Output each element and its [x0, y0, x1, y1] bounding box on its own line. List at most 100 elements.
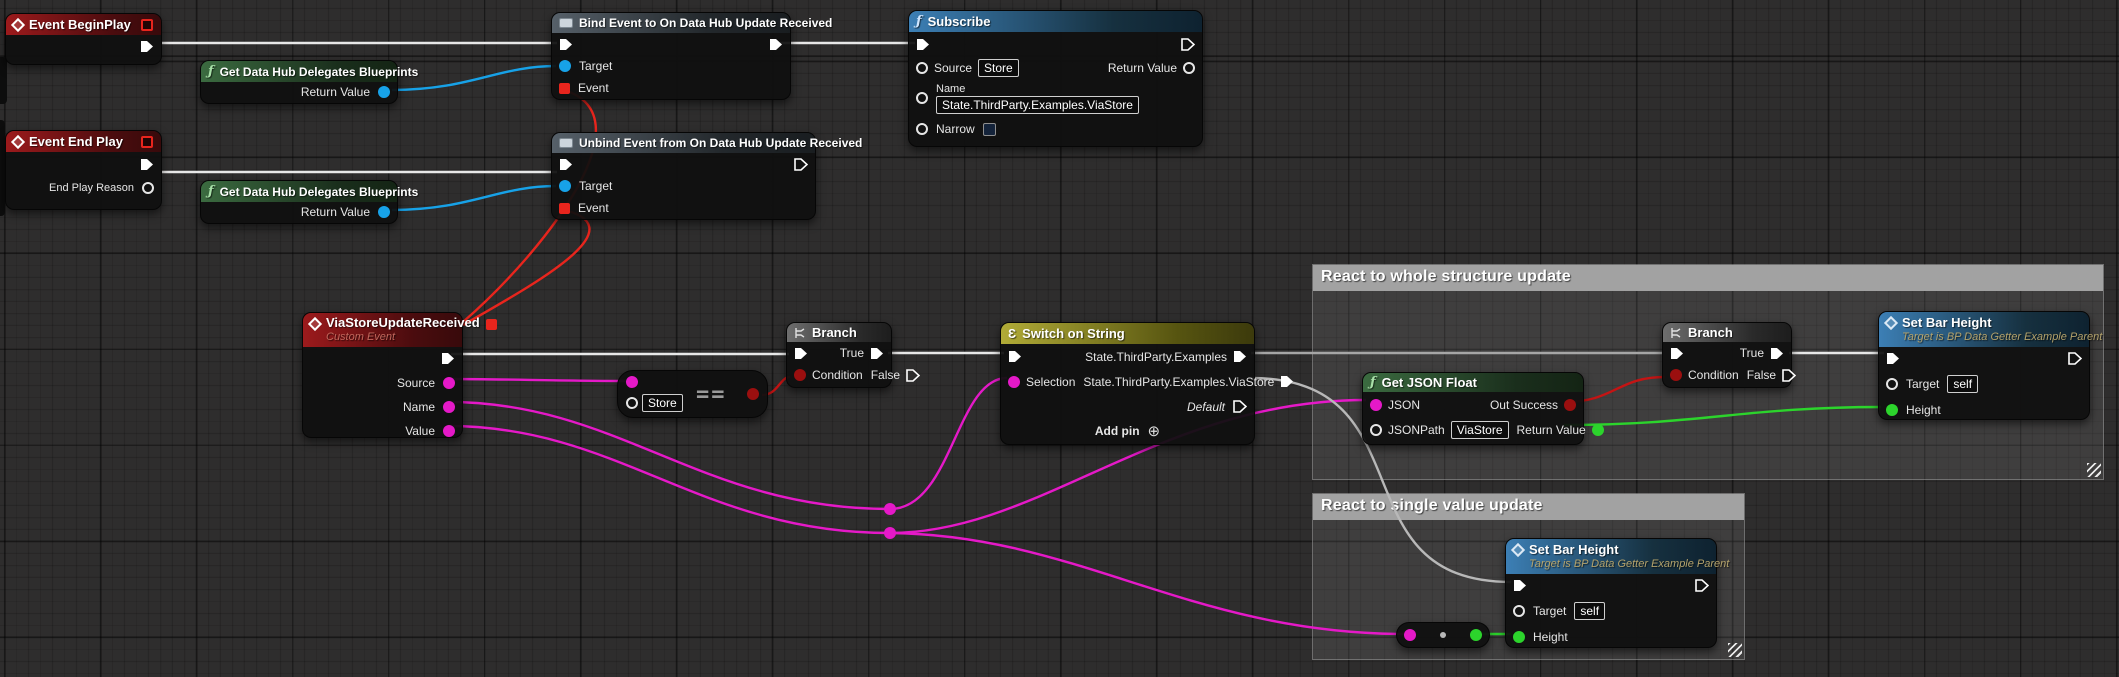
exec-in-pin[interactable] [794, 347, 808, 360]
target-input[interactable]: self [1574, 602, 1605, 620]
switch-icon: Ɛ [1008, 326, 1016, 341]
node-unbind-event[interactable]: Unbind Event from On Data Hub Update Rec… [551, 132, 816, 220]
node-set-bar-height-1[interactable]: Set Bar Height Target is BP Data Getter … [1878, 311, 2090, 420]
comment-resize-handle[interactable] [2087, 463, 2101, 477]
source-pin[interactable] [916, 62, 928, 74]
end-play-reason-pin[interactable] [142, 182, 154, 194]
node-title: Switch on String [1022, 326, 1125, 341]
node-get-data-hub-delegates-2[interactable]: ƒ Get Data Hub Delegates Blueprints Retu… [200, 180, 398, 224]
exec-out-pin[interactable] [794, 158, 808, 171]
node-set-bar-height-2[interactable]: Set Bar Height Target is BP Data Getter … [1505, 538, 1717, 648]
condition-pin[interactable] [794, 369, 806, 381]
exec-in-pin[interactable] [1670, 347, 1684, 360]
exec-out-pin[interactable] [140, 40, 154, 53]
json-pin[interactable] [1370, 399, 1382, 411]
false-exec-pin[interactable] [1782, 369, 1796, 382]
comment-title[interactable]: React to single value update [1313, 494, 1744, 520]
comment-resize-handle[interactable] [1728, 643, 1742, 657]
exec-out-pin[interactable] [769, 38, 783, 51]
delegate-box-icon[interactable] [141, 136, 153, 148]
node-title: Branch [812, 325, 857, 340]
event-delegate-pin[interactable] [559, 83, 570, 94]
name-pin[interactable] [443, 401, 455, 413]
equal-operator-icon: == [696, 382, 727, 407]
exec-in-pin[interactable] [1008, 350, 1022, 363]
delegate-box-icon[interactable] [141, 19, 153, 31]
exec-out-pin[interactable] [1695, 579, 1709, 592]
default-exec-pin[interactable] [1233, 400, 1247, 413]
pin-label: Return Value [301, 205, 370, 219]
jsonpath-pin[interactable] [1370, 424, 1382, 436]
case-exec-pin[interactable] [1233, 350, 1247, 363]
comment-title[interactable]: React to whole structure update [1313, 265, 2103, 291]
node-switch-on-string[interactable]: Ɛ Switch on String State.ThirdParty.Exam… [1000, 322, 1255, 445]
name-input[interactable]: State.ThirdParty.Examples.ViaStore [936, 96, 1139, 114]
target-input[interactable]: self [1947, 375, 1978, 393]
true-exec-pin[interactable] [870, 347, 884, 360]
pin-label: True [840, 346, 864, 360]
pin-label: Event [578, 81, 609, 95]
target-pin[interactable] [1886, 378, 1898, 390]
exec-out-pin[interactable] [441, 352, 455, 365]
node-title: Set Bar Height [1529, 542, 1619, 557]
out-success-pin[interactable] [1564, 399, 1576, 411]
convert-input-pin[interactable] [1404, 629, 1416, 641]
node-branch-1[interactable]: Branch True Condition False [786, 322, 892, 388]
node-convert-string-to-float[interactable] [1396, 622, 1490, 648]
node-subscribe[interactable]: ƒ Subscribe Source Store Return Value Na… [908, 10, 1203, 147]
node-via-store-update-received[interactable]: ViaStoreUpdateReceived Custom Event Sour… [302, 312, 463, 438]
target-pin[interactable] [559, 180, 571, 192]
exec-out-pin[interactable] [140, 158, 154, 171]
return-value-pin[interactable] [1592, 424, 1604, 436]
source-pin[interactable] [443, 377, 455, 389]
condition-pin[interactable] [1670, 369, 1682, 381]
node-branch-2[interactable]: Branch True Condition False [1662, 322, 1792, 388]
narrow-checkbox[interactable] [983, 123, 996, 136]
selection-pin[interactable] [1008, 376, 1020, 388]
exec-out-pin[interactable] [2068, 352, 2082, 365]
true-exec-pin[interactable] [1770, 347, 1784, 360]
blueprint-graph-canvas[interactable]: { "comments": { "whole_structure": { "ti… [0, 0, 2119, 677]
equal-input-b-pin[interactable] [626, 397, 638, 409]
false-exec-pin[interactable] [906, 369, 920, 382]
case-label: State.ThirdParty.Examples.ViaStore [1083, 375, 1274, 389]
exec-in-pin[interactable] [559, 158, 573, 171]
narrow-pin[interactable] [916, 123, 928, 135]
convert-output-pin[interactable] [1470, 629, 1482, 641]
value-pin[interactable] [443, 425, 455, 437]
source-input[interactable]: Store [978, 59, 1019, 77]
node-get-json-float[interactable]: ƒ Get JSON Float JSON Out Success JSONPa… [1362, 372, 1584, 445]
event-delegate-pin[interactable] [559, 203, 570, 214]
name-pin[interactable] [916, 92, 928, 104]
case-label: State.ThirdParty.Examples [1085, 350, 1227, 364]
exec-out-pin[interactable] [1181, 38, 1195, 51]
equal-input-a-pin[interactable] [626, 376, 638, 388]
target-pin[interactable] [559, 60, 571, 72]
pin-label: Out Success [1490, 398, 1558, 412]
equal-result-pin[interactable] [747, 388, 759, 400]
exec-in-pin[interactable] [916, 38, 930, 51]
node-equal-string[interactable]: Store == [617, 370, 768, 418]
return-value-pin[interactable] [1183, 62, 1195, 74]
node-get-data-hub-delegates-1[interactable]: ƒ Get Data Hub Delegates Blueprints Retu… [200, 60, 398, 104]
case-exec-pin[interactable] [1280, 375, 1294, 388]
delegate-out-pin[interactable] [486, 319, 497, 330]
height-pin[interactable] [1513, 631, 1525, 643]
exec-in-pin[interactable] [559, 38, 573, 51]
jsonpath-input[interactable]: ViaStore [1451, 421, 1509, 439]
exec-in-pin[interactable] [1513, 579, 1527, 592]
add-pin-icon[interactable]: ⊕ [1148, 424, 1161, 439]
event-icon [308, 317, 322, 331]
exec-in-pin[interactable] [1886, 352, 1900, 365]
node-event-end-play[interactable]: Event End Play End Play Reason [5, 130, 162, 210]
node-event-begin-play[interactable]: Event BeginPlay [5, 13, 162, 65]
height-pin[interactable] [1886, 404, 1898, 416]
equal-input-b-value[interactable]: Store [642, 394, 683, 412]
return-value-pin[interactable] [378, 206, 390, 218]
add-pin-label[interactable]: Add pin [1095, 424, 1140, 438]
pin-label: Name [936, 83, 1139, 95]
offscreen-node-sliver [0, 57, 7, 104]
return-value-pin[interactable] [378, 86, 390, 98]
node-bind-event[interactable]: Bind Event to On Data Hub Update Receive… [551, 12, 791, 100]
target-pin[interactable] [1513, 605, 1525, 617]
